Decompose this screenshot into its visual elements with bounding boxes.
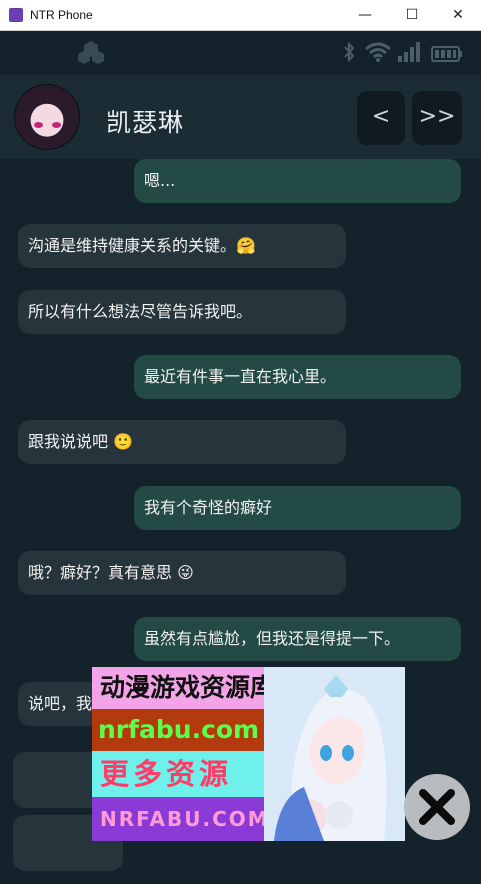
message-bubble-incoming: 沟通是维持健康关系的关键。🤗 — [18, 224, 346, 268]
app-icon — [9, 8, 23, 22]
wifi-icon — [365, 42, 391, 62]
avatar-eye — [34, 122, 43, 128]
maximize-button[interactable]: ☐ — [389, 0, 435, 31]
hug-emoji-icon: 🤗 — [236, 236, 256, 255]
message-bubble-outgoing: 最近有件事一直在我心里。 — [134, 355, 461, 399]
avatar — [14, 84, 80, 150]
chat-header: 凯瑟琳 < >> — [0, 75, 481, 159]
message-bubble-incoming: 哦？癖好？真有意思 😜 — [18, 551, 346, 595]
message-text: 嗯... — [144, 171, 176, 190]
smile-emoji-icon: 🙂 — [113, 432, 134, 451]
logo-icon — [78, 41, 104, 64]
contact-name: 凯瑟琳 — [106, 108, 185, 137]
minimize-button[interactable]: — — [342, 0, 388, 31]
avatar-eye — [52, 122, 61, 128]
anime-girl-illustration — [264, 667, 405, 841]
signal-icon — [398, 42, 420, 62]
window-title: NTR Phone — [30, 8, 93, 22]
message-bubble-outgoing: 嗯... — [134, 159, 461, 203]
message-text: 哦？癖好？真有意思 — [28, 563, 173, 582]
close-icon — [419, 789, 455, 825]
prev-button[interactable]: < — [357, 91, 405, 145]
wink-tongue-emoji-icon: 😜 — [177, 563, 194, 582]
ad-banner[interactable]: 动漫游戏资源库 nrfabu.com 更多资源 NRFABU.COM — [92, 667, 405, 841]
window-titlebar: NTR Phone — ☐ ✕ — [0, 0, 481, 31]
battery-icon — [431, 46, 462, 62]
fast-forward-button[interactable]: >> — [412, 91, 462, 145]
message-text: 说吧，我 — [28, 694, 93, 713]
message-bubble-incoming: 所以有什么想法尽管告诉我吧。 — [18, 290, 346, 334]
status-bar — [0, 31, 481, 75]
message-text: 沟通是维持健康关系的关键。 — [28, 236, 237, 255]
message-bubble-outgoing: 我有个奇怪的癖好 — [134, 486, 461, 530]
message-bubble-incoming: 跟我说说吧 🙂 — [18, 420, 346, 464]
message-text: 虽然有点尴尬，但我还是得提一下。 — [144, 629, 401, 648]
bluetooth-icon — [344, 42, 355, 62]
close-ad-button[interactable] — [404, 774, 470, 840]
message-bubble-outgoing: 虽然有点尴尬，但我还是得提一下。 — [134, 617, 461, 661]
message-text: 所以有什么想法尽管告诉我吧。 — [28, 302, 253, 321]
message-text: 跟我说说吧 — [28, 432, 109, 451]
window-close-button[interactable]: ✕ — [435, 0, 481, 31]
message-text: 最近有件事一直在我心里。 — [144, 367, 337, 386]
message-text: 我有个奇怪的癖好 — [144, 498, 273, 517]
